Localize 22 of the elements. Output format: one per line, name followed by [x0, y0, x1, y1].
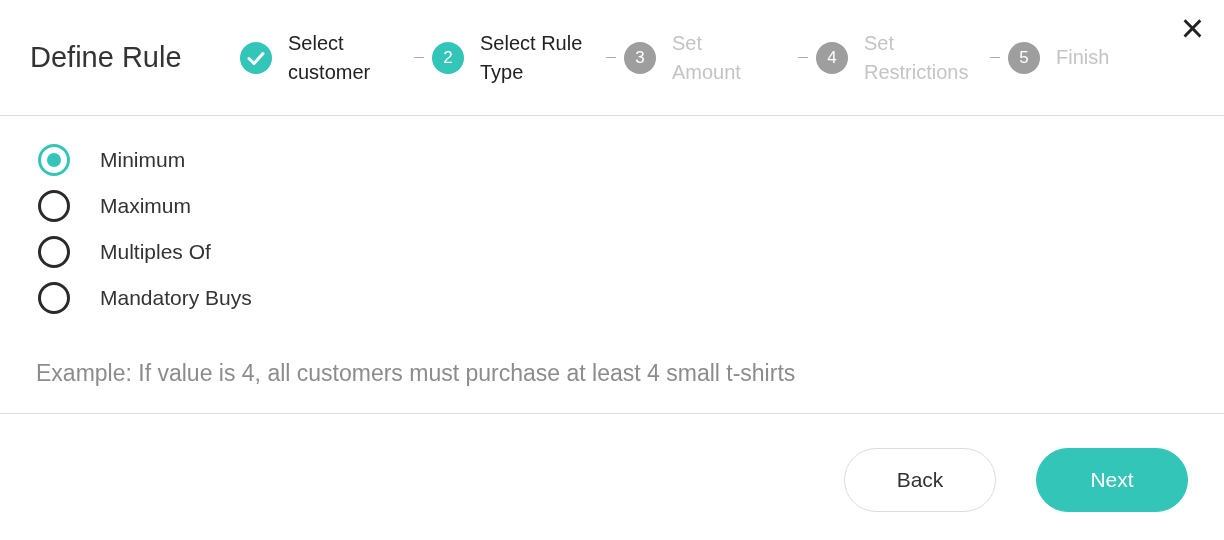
- option-label[interactable]: Maximum: [100, 190, 191, 222]
- option-label[interactable]: Minimum: [100, 144, 186, 176]
- step-number: 2: [432, 41, 464, 74]
- step-label: Select Rule Type: [480, 30, 584, 85]
- radio-button[interactable]: [38, 144, 70, 176]
- step-number: 5: [1008, 41, 1040, 74]
- step-label: Set Restrictions: [864, 30, 970, 85]
- option-label[interactable]: Multiples Of: [100, 236, 211, 268]
- example-text: Example: If value is 4, all customers must purchase at least 4 small t-shirts: [36, 359, 797, 388]
- step-label: Set Amount: [672, 30, 742, 85]
- close-button[interactable]: ×: [1176, 8, 1208, 48]
- option-label[interactable]: Mandatory Buys: [100, 282, 252, 314]
- step-label: Finish: [1056, 45, 1110, 70]
- radio-button[interactable]: [38, 190, 70, 222]
- back-button[interactable]: Back: [844, 447, 996, 512]
- radio-button[interactable]: [38, 282, 70, 314]
- radio-button[interactable]: [38, 236, 70, 268]
- step-number: 3: [624, 41, 656, 74]
- step-label: Select customer: [288, 30, 372, 85]
- check-icon: [240, 41, 272, 74]
- dialog-title: Define Rule: [30, 39, 183, 75]
- step-number: 4: [816, 41, 848, 74]
